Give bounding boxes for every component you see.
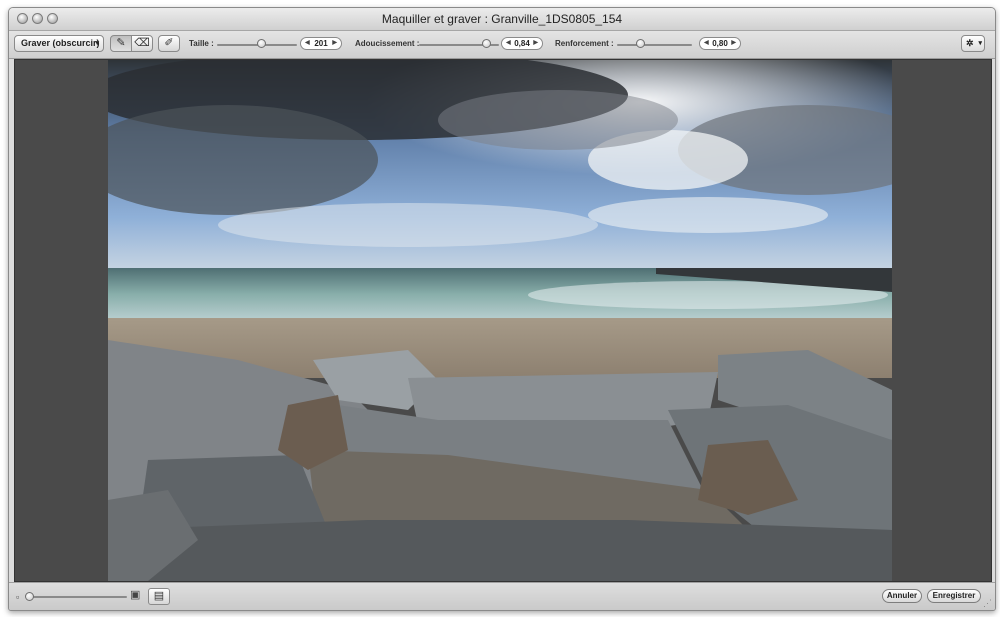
photo-preview[interactable] — [108, 60, 892, 581]
resize-grip-icon[interactable]: ⋰ — [983, 598, 992, 609]
toolbar: Graver (obscurcir) ▾ ✎ ⌫ ✐ Taille : ◀ 20… — [9, 31, 995, 59]
large-photo-icon[interactable]: ▣ — [130, 590, 140, 601]
eraser-icon: ⌫ — [134, 37, 150, 49]
status-bar: ▫ ▣ ▤ Annuler Enregistrer ⋰ — [9, 582, 995, 610]
edit-window: Maquiller et graver : Granville_1DS0805_… — [8, 7, 996, 611]
brush-icon: ✎ — [116, 37, 126, 49]
popup-arrow-icon: ▾ — [978, 40, 982, 47]
image-canvas[interactable] — [14, 59, 992, 582]
action-menu-button[interactable]: ✲ ▾ — [961, 35, 985, 52]
size-stepper[interactable]: ◀ 201 ▶ — [300, 37, 342, 50]
save-button[interactable]: Enregistrer — [927, 589, 981, 603]
strength-stepper[interactable]: ◀ 0,80 ▶ — [699, 37, 741, 50]
cancel-button[interactable]: Annuler — [882, 589, 922, 603]
strength-label: Renforcement : — [555, 39, 614, 48]
increment-icon[interactable]: ▶ — [332, 38, 337, 49]
mode-popup[interactable]: Graver (obscurcir) ▾ — [14, 35, 104, 52]
feather-tool-button[interactable]: ✐ — [158, 35, 180, 52]
feather-brush-icon: ✐ — [164, 37, 174, 49]
zoom-slider-track[interactable] — [27, 596, 127, 598]
gear-icon: ✲ — [966, 38, 974, 48]
increment-icon[interactable]: ▶ — [533, 38, 538, 49]
title-bar: Maquiller et graver : Granville_1DS0805_… — [9, 8, 995, 31]
filmstrip-button[interactable]: ▤ — [148, 588, 170, 605]
softness-label: Adoucissement : — [355, 39, 420, 48]
mode-popup-label: Graver (obscurcir) — [21, 38, 100, 48]
filmstrip-icon: ▤ — [153, 590, 165, 602]
increment-icon[interactable]: ▶ — [731, 38, 736, 49]
brush-tool-button[interactable]: ✎ — [110, 35, 132, 52]
zoom-slider-knob[interactable] — [25, 592, 34, 601]
softness-stepper[interactable]: ◀ 0,84 ▶ — [501, 37, 543, 50]
strength-slider-track[interactable] — [617, 44, 692, 46]
small-photo-icon[interactable]: ▫ — [16, 592, 19, 602]
size-label: Taille : — [189, 39, 214, 48]
eraser-tool-button[interactable]: ⌫ — [131, 35, 153, 52]
softness-slider-knob[interactable] — [482, 39, 492, 48]
popup-arrow-icon: ▾ — [95, 40, 99, 47]
strength-slider-knob[interactable] — [635, 39, 645, 48]
size-slider-knob[interactable] — [257, 39, 266, 48]
window-title: Maquiller et graver : Granville_1DS0805_… — [381, 12, 623, 26]
